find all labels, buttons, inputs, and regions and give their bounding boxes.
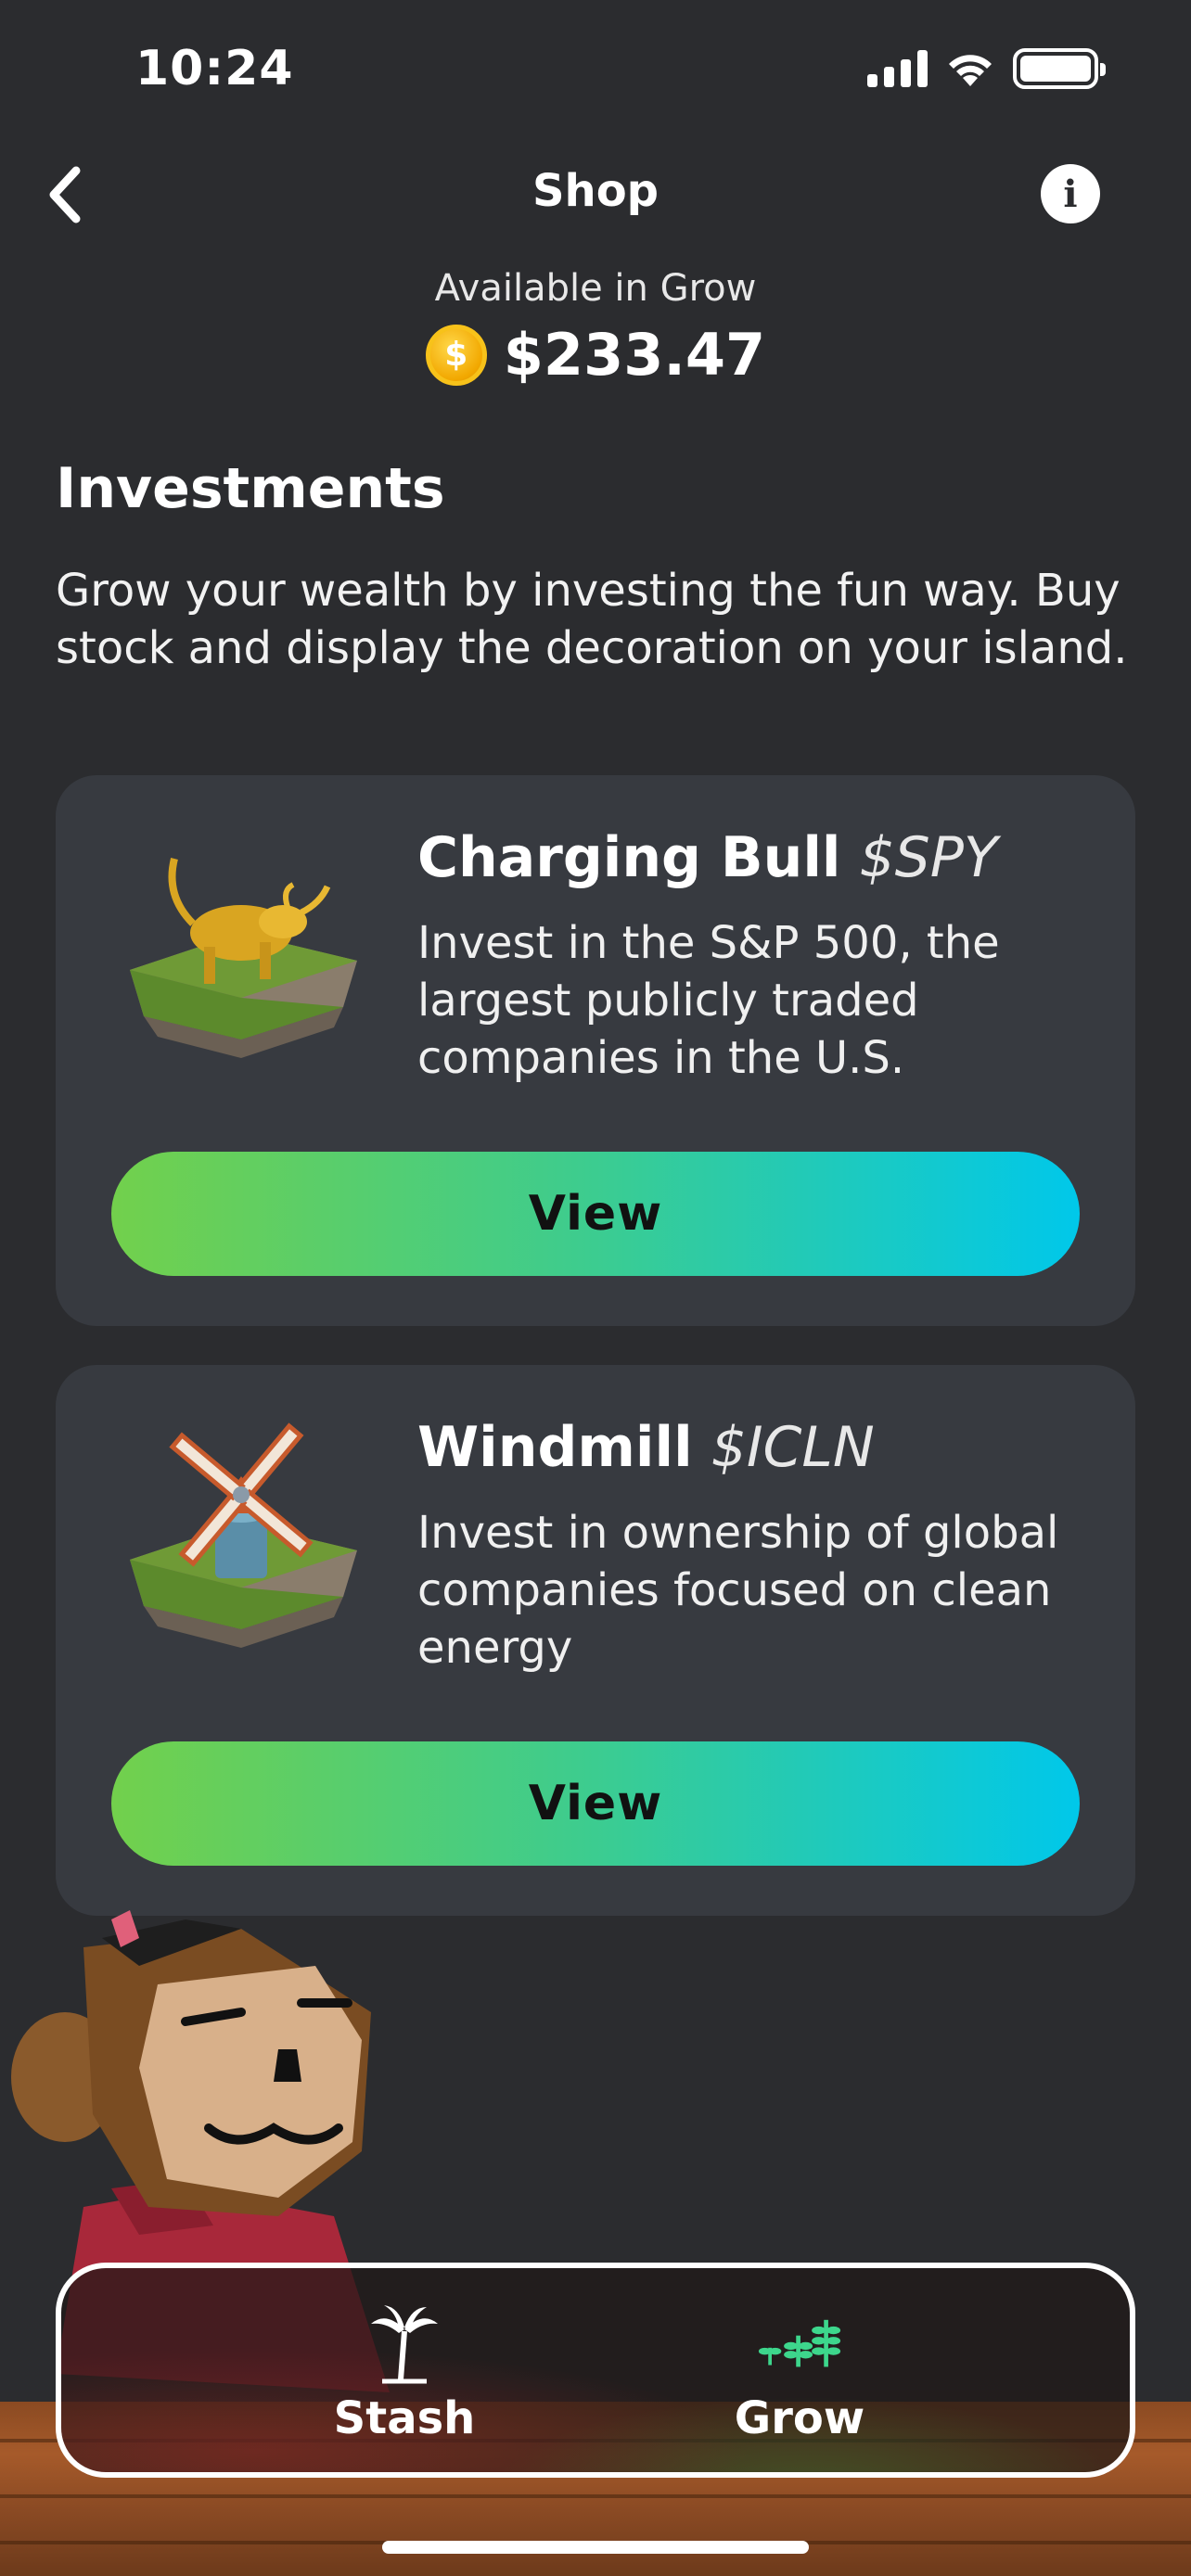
tab-label: Grow <box>734 2392 865 2444</box>
view-button-windmill[interactable]: View <box>111 1741 1080 1866</box>
tab-label: Stash <box>333 2392 476 2444</box>
windmill-island-image <box>130 1422 357 1648</box>
shop-screen: 10:24 Shop i Available in Grow $ $233.47 <box>0 0 1191 2576</box>
card-ticker: $ICLN <box>711 1415 875 1480</box>
investment-card-windmill: Windmill $ICLN Invest in ownership of glo… <box>56 1365 1135 1916</box>
card-name: Windmill <box>417 1415 693 1480</box>
status-bar: 10:24 <box>0 0 1191 139</box>
tab-grow[interactable]: Grow <box>614 2268 985 2472</box>
balance-row: $ $233.47 <box>0 321 1191 389</box>
wifi-icon <box>949 55 992 86</box>
info-icon: i <box>1063 172 1078 216</box>
section-title: Investments <box>56 456 445 521</box>
card-title: Windmill $ICLN <box>417 1415 875 1480</box>
page-title: Shop <box>531 165 660 217</box>
investment-card-charging-bull: Charging Bull $SPY Invest in the S&P 500,… <box>56 775 1135 1326</box>
info-button[interactable]: i <box>1041 164 1100 223</box>
status-time: 10:24 <box>135 41 294 96</box>
card-ticker: $SPY <box>859 825 998 890</box>
status-icons <box>867 48 1106 89</box>
charging-bull-island-image <box>130 858 357 1058</box>
palm-tree-icon <box>363 2303 446 2387</box>
balance-label: Available in Grow <box>434 267 757 310</box>
home-indicator[interactable] <box>382 2541 809 2554</box>
battery-icon <box>1013 48 1106 89</box>
card-title: Charging Bull $SPY <box>417 825 998 890</box>
tab-stash[interactable]: Stash <box>219 2268 590 2472</box>
section-description: Grow your wealth by investing the fun wa… <box>56 565 1128 674</box>
tab-bar: Stash Grow <box>56 2263 1135 2478</box>
header: Shop i <box>0 148 1191 241</box>
coin-icon: $ <box>425 324 487 386</box>
card-description: Invest in the S&P 500, the largest publi… <box>417 917 1000 1084</box>
balance-amount: $233.47 <box>503 321 766 389</box>
sprouts-icon <box>758 2303 841 2387</box>
card-name: Charging Bull <box>417 825 841 890</box>
view-button-charging-bull[interactable]: View <box>111 1152 1080 1276</box>
card-description: Invest in ownership of global companies … <box>417 1507 1059 1674</box>
cellular-signal-icon <box>867 50 928 87</box>
